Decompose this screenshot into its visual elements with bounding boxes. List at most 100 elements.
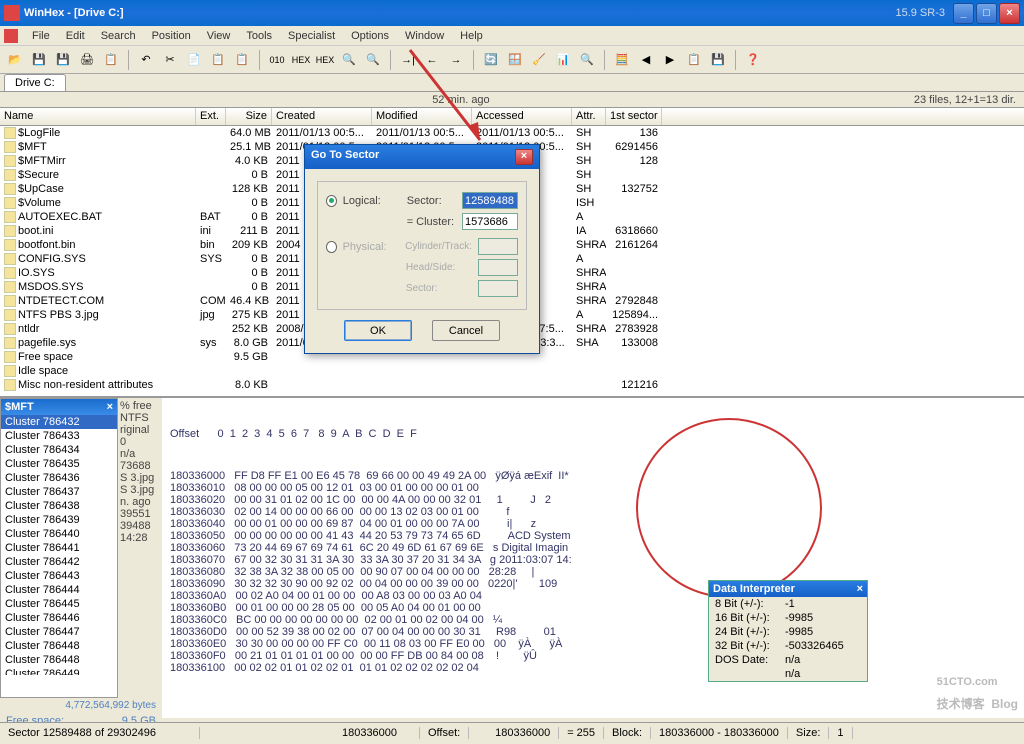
menu-view[interactable]: View: [199, 28, 239, 44]
hex-view[interactable]: Offset 0 1 2 3 4 5 6 7 8 9 A B C D E F 1…: [162, 398, 1024, 718]
cluster-item[interactable]: Cluster 786444: [1, 583, 117, 597]
tb-play-icon[interactable]: ▶: [659, 49, 681, 71]
data-interpreter[interactable]: Data Interpreter × 8 Bit (+/-):-116 Bit …: [708, 580, 868, 682]
cluster-item[interactable]: Cluster 786436: [1, 471, 117, 485]
tb-hex2-icon[interactable]: HEX: [314, 49, 336, 71]
menu-position[interactable]: Position: [144, 28, 199, 44]
tb-props-icon[interactable]: 📋: [100, 49, 122, 71]
tb-help-icon[interactable]: ❓: [742, 49, 764, 71]
tb-sep: [604, 50, 605, 70]
cluster-item[interactable]: Cluster 786434: [1, 443, 117, 457]
tb-cut-icon[interactable]: ✂: [159, 49, 181, 71]
col-size[interactable]: Size: [226, 108, 272, 125]
cluster-item[interactable]: Cluster 786446: [1, 611, 117, 625]
tb-save-icon[interactable]: 💾: [52, 49, 74, 71]
col-accessed[interactable]: Accessed: [472, 108, 572, 125]
tab-drive-c[interactable]: Drive C:: [4, 74, 66, 91]
table-row[interactable]: Idle space: [0, 364, 1024, 378]
menu-search[interactable]: Search: [93, 28, 144, 44]
tb-winfwd-icon[interactable]: 🪟: [504, 49, 526, 71]
time-ago-label: 52 min. ago: [432, 94, 489, 106]
cluster-panel-title: $MFT ×: [1, 399, 117, 415]
tb-goto-icon[interactable]: →|: [397, 49, 419, 71]
sys-menu-icon[interactable]: [4, 29, 18, 43]
tb-back-icon[interactable]: ←: [421, 49, 443, 71]
status-bar: Sector 12589488 of 29302496 180336000 Of…: [0, 722, 1024, 742]
head-label: Head/Side:: [406, 262, 472, 273]
menu-help[interactable]: Help: [452, 28, 491, 44]
menu-options[interactable]: Options: [343, 28, 397, 44]
cluster-item[interactable]: Cluster 786440: [1, 527, 117, 541]
di-close-icon[interactable]: ×: [857, 583, 863, 595]
tb-010-icon[interactable]: 010: [266, 49, 288, 71]
cluster-item[interactable]: Cluster 786439: [1, 513, 117, 527]
tb-erase-icon[interactable]: 🧹: [528, 49, 550, 71]
tb-find2-icon[interactable]: 🔍: [362, 49, 384, 71]
cluster-input[interactable]: [462, 213, 518, 230]
table-row[interactable]: Misc non-resident attributes8.0 KB121216: [0, 378, 1024, 392]
cluster-item[interactable]: Cluster 786435: [1, 457, 117, 471]
cluster-item[interactable]: Cluster 786433: [1, 429, 117, 443]
cluster-item[interactable]: Cluster 786438: [1, 499, 117, 513]
tb-find-icon[interactable]: 🔍: [338, 49, 360, 71]
cancel-button[interactable]: Cancel: [432, 320, 500, 341]
app-icon: [4, 5, 20, 21]
menu-file[interactable]: File: [24, 28, 58, 44]
cluster-item[interactable]: Cluster 786432: [1, 415, 117, 429]
tb-hash-icon[interactable]: 📋: [683, 49, 705, 71]
col-created[interactable]: Created: [272, 108, 372, 125]
cluster-item[interactable]: Cluster 786447: [1, 625, 117, 639]
tb-disk-icon[interactable]: 💾: [28, 49, 50, 71]
menu-specialist[interactable]: Specialist: [280, 28, 343, 44]
col-name[interactable]: Name: [0, 108, 196, 125]
ok-button[interactable]: OK: [344, 320, 412, 341]
tb-open-icon[interactable]: 📂: [4, 49, 26, 71]
table-row[interactable]: $LogFile64.0 MB2011/01/13 00:5...2011/01…: [0, 126, 1024, 140]
menu-tools[interactable]: Tools: [238, 28, 280, 44]
info-line: 52 min. ago 23 files, 12+1=13 dir.: [0, 92, 1024, 108]
cyl-input: [478, 238, 518, 255]
cluster-item[interactable]: Cluster 786448: [1, 639, 117, 653]
tb-fwd-icon[interactable]: →: [445, 49, 467, 71]
col-ext[interactable]: Ext.: [196, 108, 226, 125]
maximize-button[interactable]: □: [976, 3, 997, 24]
cluster-list[interactable]: Cluster 786432Cluster 786433Cluster 7864…: [1, 415, 117, 675]
tb-zoom-icon[interactable]: 🔍: [576, 49, 598, 71]
col-sector[interactable]: 1st sector: [606, 108, 662, 125]
tb-ram-icon[interactable]: 💾: [707, 49, 729, 71]
dialog-close-button[interactable]: ×: [515, 149, 533, 165]
cluster-item[interactable]: Cluster 786443: [1, 569, 117, 583]
sector-label: Sector:: [407, 195, 456, 207]
dialog-title-bar[interactable]: Go To Sector ×: [305, 145, 539, 169]
col-modified[interactable]: Modified: [372, 108, 472, 125]
panel-close-icon[interactable]: ×: [107, 401, 113, 413]
tb-copy-icon[interactable]: 📄: [183, 49, 205, 71]
cluster-item[interactable]: Cluster 786437: [1, 485, 117, 499]
tb-refresh-icon[interactable]: 🔄: [480, 49, 502, 71]
radio-physical[interactable]: [326, 241, 337, 253]
tb-paste-icon[interactable]: 📋: [207, 49, 229, 71]
cluster-item[interactable]: Cluster 786449: [1, 667, 117, 675]
tb-clip-icon[interactable]: 📋: [231, 49, 253, 71]
tb-print-icon[interactable]: 🖨: [76, 49, 98, 71]
cluster-item[interactable]: Cluster 786441: [1, 541, 117, 555]
cluster-item[interactable]: Cluster 786442: [1, 555, 117, 569]
tb-calc-icon[interactable]: 🧮: [611, 49, 633, 71]
col-attr[interactable]: Attr.: [572, 108, 606, 125]
cluster-item[interactable]: Cluster 786448: [1, 653, 117, 667]
tb-rewind-icon[interactable]: ◀: [635, 49, 657, 71]
close-button[interactable]: ×: [999, 3, 1020, 24]
sector-input[interactable]: [462, 192, 518, 209]
di-title: Data Interpreter: [713, 583, 795, 595]
sb-val: = 255: [559, 727, 604, 739]
tb-hex-icon[interactable]: HEX: [290, 49, 312, 71]
watermark: 51CTO.com技术博客 Blog: [937, 668, 1018, 714]
tb-undo-icon[interactable]: ↶: [135, 49, 157, 71]
tb-compare-icon[interactable]: 📊: [552, 49, 574, 71]
sb-sector: Sector 12589488 of 29302496: [0, 727, 200, 739]
menu-edit[interactable]: Edit: [58, 28, 93, 44]
menu-window[interactable]: Window: [397, 28, 452, 44]
cluster-item[interactable]: Cluster 786445: [1, 597, 117, 611]
minimize-button[interactable]: _: [953, 3, 974, 24]
radio-logical[interactable]: [326, 195, 337, 207]
